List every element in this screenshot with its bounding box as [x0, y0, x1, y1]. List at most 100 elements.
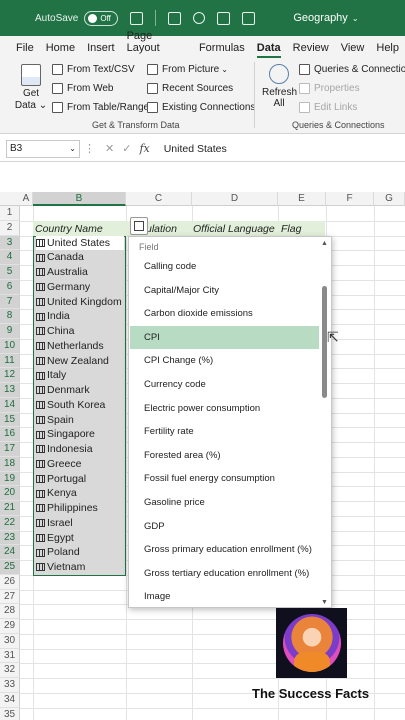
country-cell[interactable]: Philippines	[36, 501, 98, 516]
field-option[interactable]: Fertility rate	[130, 420, 319, 444]
row-header-31[interactable]: 31	[0, 648, 20, 664]
field-option[interactable]: Calling code	[130, 255, 319, 279]
edit-icon[interactable]	[168, 11, 182, 25]
row-header-24[interactable]: 24	[0, 545, 20, 560]
undo-icon[interactable]	[193, 12, 206, 24]
insert-data-button[interactable]	[130, 217, 148, 235]
row-header-5[interactable]: 5	[0, 265, 20, 280]
geography-icon[interactable]	[36, 445, 45, 454]
row-header-9[interactable]: 9	[0, 324, 20, 339]
row-header-19[interactable]: 19	[0, 471, 20, 487]
row-header-16[interactable]: 16	[0, 427, 20, 442]
view-icon[interactable]	[217, 11, 231, 25]
field-option[interactable]: Currency code	[130, 373, 319, 397]
country-cell[interactable]: Denmark	[36, 383, 90, 398]
geography-icon[interactable]	[36, 297, 45, 306]
column-header-f[interactable]: F	[326, 192, 374, 206]
tab-view[interactable]: View	[335, 42, 371, 58]
country-cell[interactable]: Italy	[36, 368, 66, 383]
from-picture-button[interactable]: From Picture ⌄	[147, 64, 228, 75]
row-header-13[interactable]: 13	[0, 383, 20, 398]
field-option[interactable]: CPI	[130, 325, 319, 350]
country-cell[interactable]: Netherlands	[36, 339, 104, 354]
file-name[interactable]: Geography	[293, 12, 347, 24]
country-cell[interactable]: New Zealand	[36, 354, 109, 369]
row-header-20[interactable]: 20	[0, 486, 20, 501]
geography-icon[interactable]	[36, 238, 45, 247]
name-box[interactable]: B3 ⌄	[6, 139, 80, 158]
row-header-23[interactable]: 23	[0, 530, 20, 546]
geography-icon[interactable]	[36, 563, 45, 572]
field-option[interactable]: Gross tertiary education enrollment (%)	[130, 562, 319, 586]
column-header-g[interactable]: G	[374, 192, 405, 206]
row-header-33[interactable]: 33	[0, 678, 20, 693]
geography-icon[interactable]	[36, 386, 45, 395]
geography-icon[interactable]	[36, 474, 45, 483]
row-header-29[interactable]: 29	[0, 619, 20, 634]
from-table-range-button[interactable]: From Table/Range	[52, 102, 149, 113]
tab-formulas[interactable]: Formulas	[193, 42, 251, 58]
header-official-language[interactable]: Official Language	[193, 223, 275, 235]
row-header-8[interactable]: 8	[0, 309, 20, 324]
header-country-name[interactable]: Country Name	[35, 223, 103, 235]
field-option[interactable]: Carbon dioxide emissions	[130, 302, 319, 326]
row-header-32[interactable]: 32	[0, 663, 20, 678]
field-option[interactable]: Electric power consumption	[130, 397, 319, 421]
field-option[interactable]: GDP	[130, 515, 319, 539]
customize-icon[interactable]	[242, 11, 256, 25]
country-cell[interactable]: China	[36, 324, 74, 339]
refresh-all-button[interactable]: Refresh All	[262, 64, 297, 109]
geography-icon[interactable]	[36, 489, 45, 498]
chevron-down-icon[interactable]: ⌄	[352, 14, 359, 23]
from-text-csv-button[interactable]: From Text/CSV	[52, 64, 135, 75]
country-cell[interactable]: Kenya	[36, 486, 77, 501]
field-option[interactable]: Capital/Major City	[130, 279, 319, 303]
tab-insert[interactable]: Insert	[81, 42, 121, 58]
row-header-28[interactable]: 28	[0, 604, 20, 619]
header-flag[interactable]: Flag	[281, 223, 301, 235]
recent-sources-button[interactable]: Recent Sources	[147, 83, 233, 94]
country-cell[interactable]: Singapore	[36, 427, 95, 442]
country-cell[interactable]: Poland	[36, 545, 80, 560]
country-cell[interactable]: South Korea	[36, 398, 105, 413]
row-header-7[interactable]: 7	[0, 294, 20, 310]
geography-icon[interactable]	[36, 460, 45, 469]
save-icon[interactable]	[130, 11, 144, 25]
tab-data[interactable]: Data	[251, 42, 287, 58]
row-header-14[interactable]: 14	[0, 397, 20, 413]
country-cell[interactable]: Greece	[36, 457, 81, 472]
row-header-2[interactable]: 2	[0, 220, 20, 236]
geography-icon[interactable]	[36, 312, 45, 321]
country-cell[interactable]: Australia	[36, 265, 88, 280]
geography-icon[interactable]	[36, 548, 45, 557]
row-header-35[interactable]: 35	[0, 707, 20, 720]
enter-icon[interactable]: ✓	[122, 142, 131, 155]
field-option[interactable]: Fossil fuel energy consumption	[130, 467, 319, 491]
from-web-button[interactable]: From Web	[52, 83, 114, 94]
row-header-6[interactable]: 6	[0, 279, 20, 295]
row-header-27[interactable]: 27	[0, 589, 20, 605]
country-cell[interactable]: Canada	[36, 250, 84, 265]
row-header-1[interactable]: 1	[0, 206, 20, 221]
row-header-26[interactable]: 26	[0, 574, 20, 590]
column-header-d[interactable]: D	[192, 192, 278, 206]
row-header-25[interactable]: 25	[0, 560, 20, 575]
country-cell[interactable]: Germany	[36, 280, 90, 295]
row-header-4[interactable]: 4	[0, 250, 20, 265]
field-option[interactable]: Gross primary education enrollment (%)	[130, 538, 319, 562]
edit-links-button[interactable]: Edit Links	[299, 102, 357, 113]
field-option[interactable]: CPI Change (%)	[130, 349, 319, 373]
function-icon[interactable]: fx	[139, 142, 149, 155]
cancel-icon[interactable]: ✕	[105, 142, 114, 155]
geography-icon[interactable]	[36, 430, 45, 439]
tab-file[interactable]: File	[10, 42, 40, 58]
chevron-down-icon[interactable]: ⌄	[69, 144, 76, 153]
geography-icon[interactable]	[36, 342, 45, 351]
geography-icon[interactable]	[36, 253, 45, 262]
geography-icon[interactable]	[36, 401, 45, 410]
geography-icon[interactable]	[36, 283, 45, 292]
row-header-10[interactable]: 10	[0, 338, 20, 354]
row-header-11[interactable]: 11	[0, 353, 20, 369]
country-cell[interactable]: India	[36, 309, 70, 324]
geography-icon[interactable]	[36, 327, 45, 336]
